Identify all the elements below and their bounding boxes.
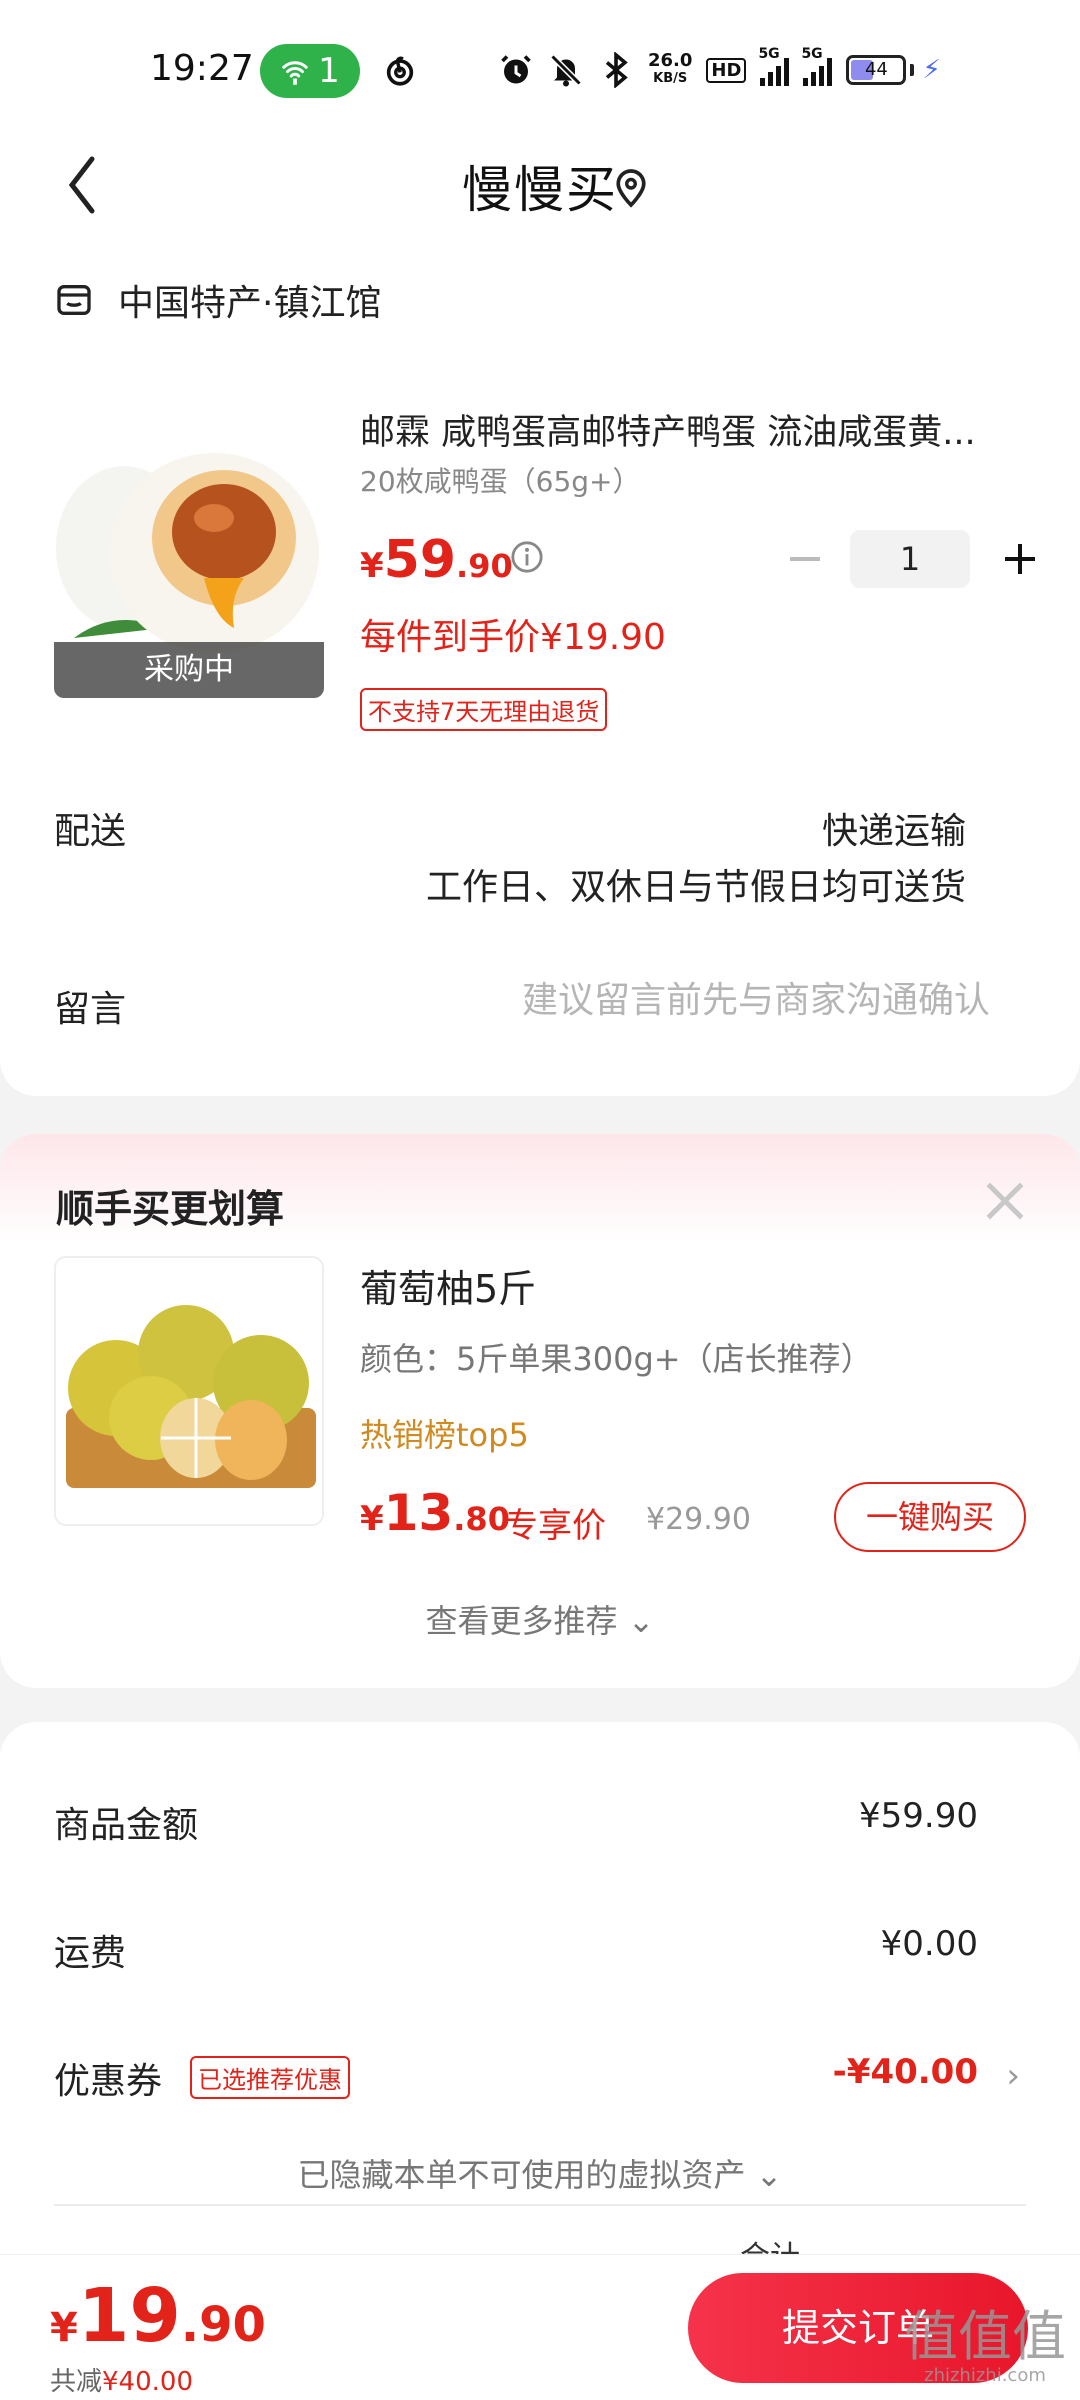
- status-time: 19:27: [150, 48, 254, 89]
- signal-sim1-icon: 5G: [758, 46, 790, 86]
- net-speed: 26.0 KB/S: [648, 50, 693, 87]
- status-icons: 26.0 KB/S HD 5G 5G 44 ⚡: [498, 46, 941, 92]
- signal-sim2-icon: 5G: [801, 46, 833, 86]
- location-pin-icon[interactable]: [614, 168, 648, 208]
- decrease-button[interactable]: [780, 531, 830, 587]
- original-price: ¥29.90: [646, 1502, 751, 1537]
- goods-amount-label: 商品金额: [54, 1805, 199, 1846]
- summary-card: 商品金额 ¥59.90 运费 ¥0.00 优惠券 已选推荐优惠 -¥40.00 …: [0, 1722, 1080, 2322]
- exclusive-price-label: 专享价: [504, 1506, 606, 1546]
- order-card: 中国特产·镇江馆 采购中 邮霖 咸鸭蛋高邮特产鸭蛋 流油咸蛋黄... 20枚咸鸭…: [0, 248, 1080, 1096]
- product-title[interactable]: 邮霖 咸鸭蛋高邮特产鸭蛋 流油咸蛋黄...: [360, 404, 1000, 455]
- info-icon[interactable]: [510, 540, 544, 574]
- product-price: ¥59.90: [360, 530, 513, 590]
- recommend-card: 顺手买更划算 葡萄柚5斤 颜色：5斤单果300g+（店长推荐） 热销榜top5 …: [0, 1134, 1080, 1688]
- close-icon[interactable]: [980, 1176, 1030, 1226]
- hotspot-indicator: 1: [260, 44, 360, 98]
- shop-row[interactable]: 中国特产·镇江馆: [54, 274, 381, 326]
- recommend-item-image[interactable]: [54, 1256, 324, 1526]
- hd-badge: HD: [706, 57, 747, 83]
- total-price: ¥19.90: [50, 2273, 266, 2359]
- grapefruit-image: [66, 1305, 316, 1488]
- more-recommendations-link[interactable]: 查看更多推荐 ⌄: [0, 1596, 1080, 1642]
- alarm-icon: [501, 55, 531, 84]
- purchasing-tag: 采购中: [54, 642, 324, 698]
- shipping-label: 配送: [54, 811, 127, 852]
- quantity-value[interactable]: 1: [850, 530, 970, 588]
- chevron-right-icon[interactable]: ›: [1006, 2056, 1020, 2096]
- product-image[interactable]: 采购中: [54, 428, 324, 698]
- shipping-desc: 工作日、双休日与节假日均可送货: [425, 867, 966, 908]
- goods-amount-value: ¥59.90: [859, 1796, 978, 1836]
- hotspot-count: 1: [318, 51, 340, 91]
- recommend-title: 顺手买更划算: [56, 1187, 285, 1231]
- minus-icon: [790, 557, 820, 561]
- bluetooth-icon: [605, 52, 628, 88]
- coupon-label[interactable]: 优惠券: [54, 2052, 162, 2104]
- mute-icon: [550, 54, 582, 87]
- shipping-fee-value: ¥0.00: [880, 1924, 978, 1964]
- message-label: 留言: [54, 989, 127, 1030]
- watermark: 值值值 zhizhizhi.com: [904, 2305, 1066, 2387]
- coupon-value[interactable]: -¥40.00: [833, 2052, 978, 2092]
- shop-name: 中国特产·镇江馆: [118, 283, 382, 324]
- charging-icon: ⚡: [922, 55, 941, 85]
- netease-music-icon: [386, 56, 414, 86]
- hotspot-icon: [282, 61, 308, 85]
- battery-level: 44: [864, 59, 888, 80]
- increase-button[interactable]: [990, 531, 1050, 587]
- no-return-badge: 不支持7天无理由退货: [360, 688, 608, 731]
- page-title: 慢慢买: [462, 161, 618, 219]
- status-bar: 19:27 1 26.0 KB/S HD 5G 5G 44 ⚡: [0, 0, 1080, 130]
- shipping-method[interactable]: 快递运输: [822, 802, 966, 854]
- message-input[interactable]: [420, 970, 990, 1030]
- divider: [54, 2204, 1026, 2206]
- coupon-badge: 已选推荐优惠: [190, 2056, 350, 2099]
- battery-indicator: 44 ⚡: [846, 55, 941, 85]
- recommend-item-spec: 颜色：5斤单果300g+（店长推荐）: [360, 1340, 873, 1378]
- one-click-buy-button[interactable]: 一键购买: [834, 1482, 1026, 1552]
- checkout-bar: ¥19.90 共减¥40.00 提交订单 值值值 zhizhizhi.com: [0, 2254, 1080, 2400]
- recommend-item-price: ¥13.80: [360, 1484, 510, 1542]
- shop-icon: [57, 285, 91, 315]
- hot-rank-label: 热销榜top5: [360, 1416, 529, 1454]
- recommend-item-name[interactable]: 葡萄柚5斤: [360, 1258, 536, 1313]
- shipping-fee-label: 运费: [54, 1933, 127, 1974]
- quantity-stepper: 1: [780, 530, 1050, 588]
- unit-price: 每件到手价¥19.90: [360, 617, 666, 658]
- total-saved: 共减¥40.00: [50, 2367, 193, 2397]
- nav-header: 慢慢买: [0, 130, 1080, 248]
- product-spec[interactable]: 20枚咸鸭蛋（65g+）: [360, 460, 641, 500]
- hidden-assets-toggle[interactable]: 已隐藏本单不可使用的虚拟资产 ⌄: [0, 2150, 1080, 2196]
